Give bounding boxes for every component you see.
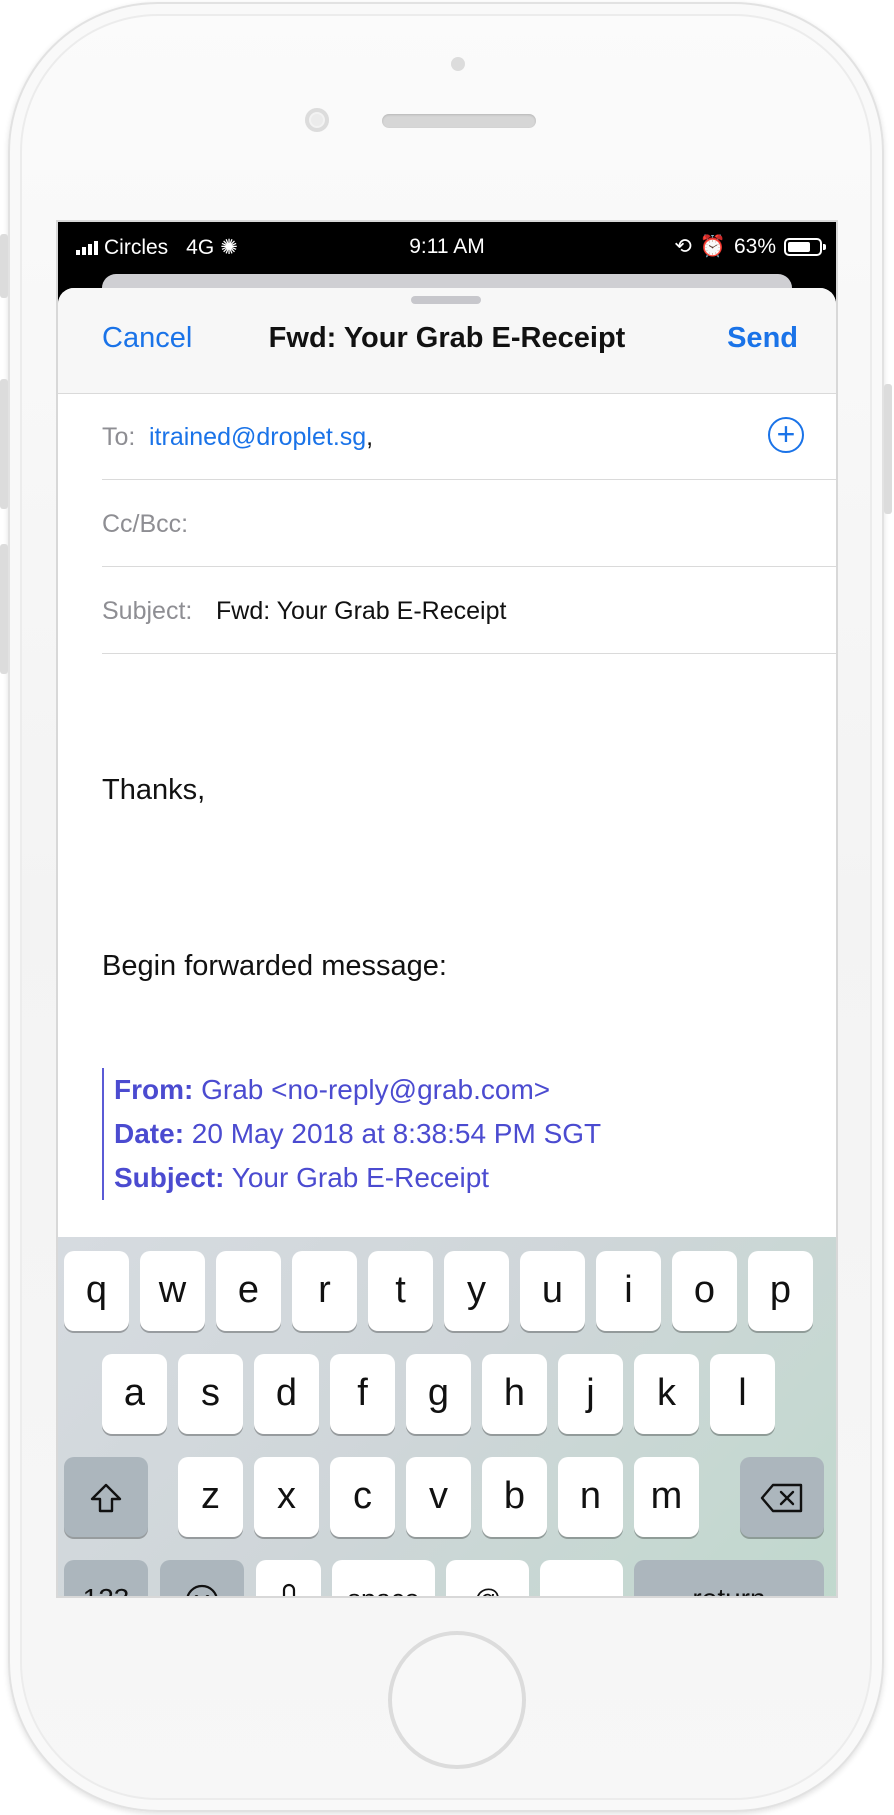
key-y[interactable]: y bbox=[444, 1251, 509, 1331]
date-label: Date: bbox=[114, 1118, 185, 1149]
subject-field[interactable]: Subject: Fwd: Your Grab E-Receipt bbox=[102, 567, 836, 654]
to-label: To: bbox=[102, 423, 136, 451]
emoji-icon bbox=[186, 1584, 218, 1596]
numbers-key[interactable]: 123 bbox=[64, 1560, 148, 1596]
recipient-separator: , bbox=[366, 423, 374, 451]
delete-key[interactable] bbox=[740, 1457, 824, 1537]
cancel-button[interactable]: Cancel bbox=[102, 322, 192, 355]
recipient-token[interactable]: itrained@droplet.sg bbox=[149, 423, 366, 451]
key-b[interactable]: b bbox=[482, 1457, 547, 1537]
forward-header[interactable]: Begin forwarded message: bbox=[102, 950, 447, 983]
cc-bcc-field[interactable]: Cc/Bcc: bbox=[102, 480, 836, 567]
home-button[interactable] bbox=[388, 1631, 526, 1769]
quote-subject-value: Your Grab E-Receipt bbox=[231, 1162, 490, 1193]
earpiece-speaker bbox=[382, 114, 536, 128]
at-key[interactable]: @ bbox=[446, 1560, 529, 1596]
from-value: Grab <no-reply@grab.com> bbox=[201, 1074, 551, 1105]
microphone-icon bbox=[282, 1583, 295, 1596]
mute-switch bbox=[0, 234, 8, 298]
quote-subject-label: Subject: bbox=[114, 1162, 225, 1193]
battery-icon bbox=[784, 237, 826, 256]
to-field[interactable]: To: itrained@droplet.sg, + bbox=[102, 393, 836, 480]
space-key[interactable]: space bbox=[332, 1560, 435, 1596]
key-o[interactable]: o bbox=[672, 1251, 737, 1331]
compose-sheet: Fwd: Your Grab E-Receipt Cancel Send To:… bbox=[58, 288, 836, 1596]
shift-key[interactable] bbox=[64, 1457, 148, 1537]
alarm-icon: ⏰ bbox=[699, 234, 726, 258]
shift-icon bbox=[90, 1483, 122, 1512]
dictation-key[interactable] bbox=[256, 1560, 321, 1596]
key-l[interactable]: l bbox=[710, 1354, 775, 1434]
key-s[interactable]: s bbox=[178, 1354, 243, 1434]
front-camera bbox=[305, 108, 329, 132]
delete-icon bbox=[760, 1483, 803, 1512]
key-t[interactable]: t bbox=[368, 1251, 433, 1331]
date-value: 20 May 2018 at 8:38:54 PM SGT bbox=[191, 1118, 602, 1149]
forwarded-quote: From: Grab <no-reply@grab.com> Date: 20 … bbox=[102, 1068, 601, 1200]
quote-from-line: From: Grab <no-reply@grab.com> bbox=[114, 1068, 601, 1112]
key-u[interactable]: u bbox=[520, 1251, 585, 1331]
key-w[interactable]: w bbox=[140, 1251, 205, 1331]
key-e[interactable]: e bbox=[216, 1251, 281, 1331]
key-v[interactable]: v bbox=[406, 1457, 471, 1537]
compose-navbar: Fwd: Your Grab E-Receipt Cancel Send bbox=[58, 288, 836, 394]
key-j[interactable]: j bbox=[558, 1354, 623, 1434]
quote-subject-line: Subject: Your Grab E-Receipt bbox=[114, 1156, 601, 1200]
key-n[interactable]: n bbox=[558, 1457, 623, 1537]
emoji-key[interactable] bbox=[160, 1560, 244, 1596]
key-p[interactable]: p bbox=[748, 1251, 813, 1331]
subject-value[interactable]: Fwd: Your Grab E-Receipt bbox=[216, 597, 506, 626]
volume-down-button bbox=[0, 544, 8, 674]
status-bar: Circles 4G ✺ 9:11 AM ⟲ ⏰ 63% bbox=[58, 222, 836, 270]
period-key[interactable]: . bbox=[540, 1560, 623, 1596]
power-button bbox=[884, 384, 892, 514]
key-x[interactable]: x bbox=[254, 1457, 319, 1537]
key-h[interactable]: h bbox=[482, 1354, 547, 1434]
subject-label: Subject: bbox=[102, 597, 193, 625]
rotation-lock-icon: ⟲ bbox=[674, 235, 692, 258]
plus-circle-icon[interactable]: + bbox=[768, 417, 804, 453]
key-a[interactable]: a bbox=[102, 1354, 167, 1434]
body-greeting[interactable]: Thanks, bbox=[102, 774, 205, 807]
send-button[interactable]: Send bbox=[727, 322, 798, 355]
from-label: From: bbox=[114, 1074, 194, 1105]
proximity-sensor bbox=[451, 57, 465, 71]
key-c[interactable]: c bbox=[330, 1457, 395, 1537]
key-k[interactable]: k bbox=[634, 1354, 699, 1434]
key-g[interactable]: g bbox=[406, 1354, 471, 1434]
sheet-grabber[interactable] bbox=[411, 296, 481, 304]
key-q[interactable]: q bbox=[64, 1251, 129, 1331]
volume-up-button bbox=[0, 379, 8, 509]
key-r[interactable]: r bbox=[292, 1251, 357, 1331]
battery-percent: 63% bbox=[733, 234, 776, 258]
key-i[interactable]: i bbox=[596, 1251, 661, 1331]
cc-bcc-label: Cc/Bcc: bbox=[102, 510, 189, 538]
key-d[interactable]: d bbox=[254, 1354, 319, 1434]
key-m[interactable]: m bbox=[634, 1457, 699, 1537]
screen: Circles 4G ✺ 9:11 AM ⟲ ⏰ 63% Fwd: Your G… bbox=[56, 220, 838, 1598]
key-f[interactable]: f bbox=[330, 1354, 395, 1434]
keyboard: q w e r t y u i o p a s d f g h j k l z … bbox=[58, 1237, 836, 1596]
key-z[interactable]: z bbox=[178, 1457, 243, 1537]
return-key[interactable]: return bbox=[634, 1560, 824, 1596]
quote-date-line: Date: 20 May 2018 at 8:38:54 PM SGT bbox=[114, 1112, 601, 1156]
